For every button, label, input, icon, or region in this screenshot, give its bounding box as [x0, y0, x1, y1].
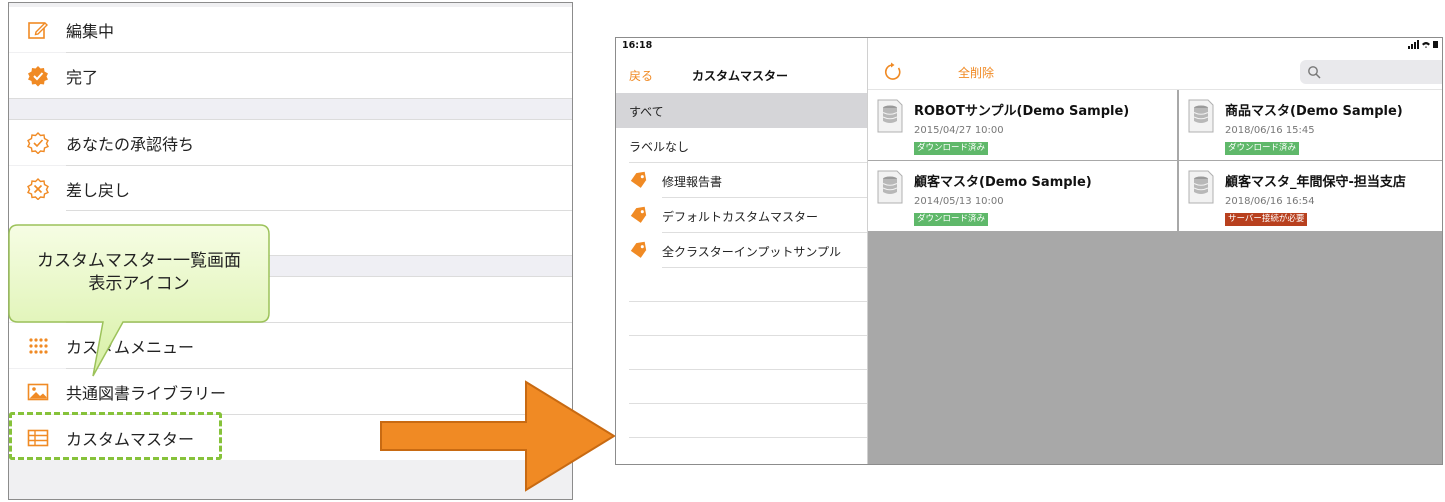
database-file-icon	[1188, 170, 1214, 204]
master-card[interactable]: 顧客マスタ(Demo Sample) 2014/05/13 10:00 ダウンロ…	[868, 161, 1177, 231]
database-file-icon	[877, 99, 903, 133]
status-bar: 16:18	[616, 38, 1442, 54]
menu-item-completed[interactable]: 完了	[9, 53, 572, 98]
status-time: 16:18	[622, 40, 653, 51]
database-file-icon	[1188, 99, 1214, 133]
card-title: 商品マスタ(Demo Sample)	[1225, 104, 1403, 119]
menu-item-label: 編集中	[66, 22, 115, 41]
search-input[interactable]	[1300, 60, 1442, 84]
sidebar-item-label: すべて	[629, 105, 664, 119]
card-date: 2018/06/16 16:54	[1225, 196, 1315, 207]
delete-all-button[interactable]: 全削除	[958, 64, 994, 81]
card-date: 2015/04/27 10:00	[914, 125, 1004, 136]
section-gap	[9, 98, 572, 120]
orange-right-arrow	[380, 380, 616, 492]
menu-item-label: あなたの承認待ち	[66, 135, 195, 154]
sidebar-item-all[interactable]: すべて	[616, 93, 867, 128]
menu-item-awaiting-approval[interactable]: あなたの承認待ち	[9, 120, 572, 165]
sidebar-item-cluster-input-sample[interactable]: 全クラスターインプットサンプル	[616, 233, 867, 268]
search-icon	[1308, 66, 1321, 79]
status-icons	[1408, 40, 1438, 51]
status-badge: サーバー接続が必要	[1225, 213, 1308, 226]
divider	[629, 403, 867, 404]
sidebar-title: カスタムマスター	[692, 69, 789, 83]
divider	[629, 369, 867, 370]
tag-icon	[630, 241, 647, 258]
signal-wifi-battery-icon	[1408, 40, 1438, 49]
image-icon	[27, 383, 49, 401]
master-card[interactable]: ROBOTサンプル(Demo Sample) 2015/04/27 10:00 …	[868, 90, 1177, 160]
check-badge-outline-icon	[27, 132, 49, 154]
main-toolbar: 全削除	[868, 54, 1442, 90]
menu-item-returned[interactable]: 差し戻し	[9, 166, 572, 211]
menu-item-label: 完了	[66, 68, 99, 87]
tag-icon	[630, 171, 647, 188]
callout-line-2: 表示アイコン	[88, 274, 190, 294]
callout-line-1: カスタムマスター一覧画面	[37, 251, 241, 271]
pencil-square-icon	[28, 22, 48, 39]
master-card[interactable]: 商品マスタ(Demo Sample) 2018/06/16 15:45 ダウンロ…	[1179, 90, 1442, 160]
refresh-icon[interactable]	[883, 62, 903, 82]
status-badge: ダウンロード済み	[914, 142, 989, 155]
x-badge-outline-icon	[27, 178, 49, 200]
card-title: ROBOTサンプル(Demo Sample)	[914, 104, 1130, 119]
sidebar-item-label: デフォルトカスタムマスター	[662, 210, 819, 224]
sidebar-item-label: 全クラスターインプットサンプル	[662, 245, 842, 259]
custom-master-highlight	[9, 412, 222, 460]
card-date: 2018/06/16 15:45	[1225, 125, 1315, 136]
status-badge: ダウンロード済み	[1225, 142, 1300, 155]
tablet-screen: 戻る カスタムマスター すべて ラベルなし 修理報告書 デフォルトカスタムマスタ…	[615, 37, 1443, 465]
status-badge: ダウンロード済み	[914, 213, 989, 226]
callout-shape	[8, 224, 270, 377]
card-title: 顧客マスタ_年間保守-担当支店	[1225, 175, 1406, 190]
divider	[629, 437, 867, 438]
sidebar-item-default-master[interactable]: デフォルトカスタムマスター	[616, 198, 867, 233]
sidebar-item-repair-report[interactable]: 修理報告書	[616, 163, 867, 198]
sidebar-item-label: ラベルなし	[629, 140, 690, 154]
divider	[662, 267, 867, 268]
database-file-icon	[877, 170, 903, 204]
menu-item-label: 差し戻し	[66, 181, 131, 200]
back-button[interactable]: 戻る	[629, 67, 653, 84]
callout-text: カスタムマスター一覧画面 表示アイコン	[8, 250, 270, 296]
menu-item-label: 共通図書ライブラリー	[66, 384, 227, 403]
master-sidebar: 戻る カスタムマスター すべて ラベルなし 修理報告書 デフォルトカスタムマスタ…	[616, 38, 868, 464]
check-badge-icon	[28, 66, 48, 87]
master-card-grid: ROBOTサンプル(Demo Sample) 2015/04/27 10:00 …	[868, 90, 1442, 464]
divider	[629, 301, 867, 302]
card-date: 2014/05/13 10:00	[914, 196, 1004, 207]
divider	[629, 335, 867, 336]
menu-item-editing[interactable]: 編集中	[9, 7, 572, 52]
card-title: 顧客マスタ(Demo Sample)	[914, 175, 1092, 190]
callout-balloon: カスタムマスター一覧画面 表示アイコン	[8, 224, 270, 377]
tag-icon	[630, 206, 647, 223]
sidebar-item-no-label[interactable]: ラベルなし	[616, 128, 867, 163]
master-card[interactable]: 顧客マスタ_年間保守-担当支店 2018/06/16 16:54 サーバー接続が…	[1179, 161, 1442, 231]
sidebar-item-label: 修理報告書	[662, 175, 723, 189]
